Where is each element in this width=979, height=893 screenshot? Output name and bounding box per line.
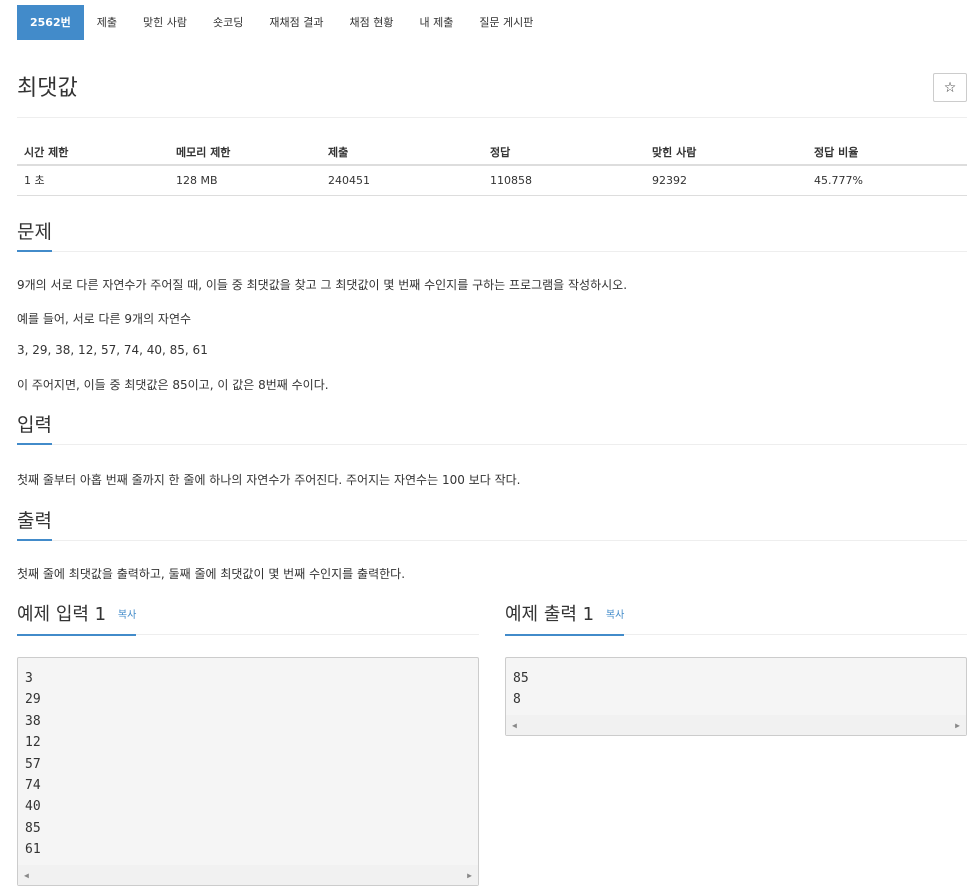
problem-description-3: 3, 29, 38, 12, 57, 74, 40, 85, 61 (17, 343, 208, 357)
sample-output-line: 85 (513, 671, 529, 686)
tab-rejudge-results[interactable]: 재채점 결과 (256, 5, 336, 40)
scroll-right-icon[interactable]: ▶ (467, 871, 472, 880)
sample-input-header: 예제 입력 1 복사 (17, 601, 479, 636)
scroll-left-icon[interactable]: ◀ (24, 871, 29, 880)
header-accept-ratio: 정답 비율 (807, 139, 967, 166)
output-description: 첫째 줄에 최댓값을 출력하고, 둘째 줄에 최댓값이 몇 번째 수인지를 출력… (17, 567, 406, 581)
scroll-right-icon[interactable]: ▶ (955, 721, 960, 730)
problem-description-2: 예를 들어, 서로 다른 9개의 자연수 (17, 312, 192, 326)
favorite-button[interactable]: ☆ (933, 73, 967, 102)
problem-description-1: 9개의 서로 다른 자연수가 주어질 때, 이들 중 최댓값을 찾고 그 최댓값… (17, 278, 628, 292)
scroll-left-icon[interactable]: ◀ (512, 721, 517, 730)
sample-input-line: 40 (25, 799, 41, 815)
sample-input-line: 3 (25, 671, 33, 686)
sample-output-heading: 예제 출력 1 (505, 604, 595, 625)
problem-tabs: 2562번 제출 맞힌 사람 숏코딩 재채점 결과 채점 현황 내 제출 질문 … (17, 5, 546, 40)
table-row: 1 초 128 MB 240451 110858 92392 45.777% (17, 165, 967, 196)
solved-users-value: 92392 (645, 165, 807, 196)
page-title: 최댓값 (17, 76, 78, 101)
header-memory-limit: 메모리 제한 (169, 139, 321, 166)
table-header-row: 시간 제한 메모리 제한 제출 정답 맞힌 사람 정답 비율 (17, 139, 967, 166)
time-limit-value: 1 초 (17, 165, 169, 196)
tab-my-submissions[interactable]: 내 제출 (406, 5, 466, 40)
sample-output-line: 8 (513, 692, 521, 708)
sample-input-line: 74 (25, 777, 41, 793)
output-heading: 출력 (17, 507, 52, 541)
tab-question-board[interactable]: 질문 게시판 (466, 5, 546, 40)
sample-input-line: 12 (25, 735, 41, 751)
tab-short-coding[interactable]: 숏코딩 (200, 5, 256, 40)
sample-input-line: 57 (25, 756, 41, 772)
input-heading: 입력 (17, 411, 52, 445)
input-section-header: 입력 (17, 411, 967, 445)
sample-output-heading-wrap: 예제 출력 1 복사 (505, 601, 625, 636)
accepted-value: 110858 (483, 165, 645, 196)
header-submissions: 제출 (321, 139, 483, 166)
tab-solved-users[interactable]: 맞힌 사람 (130, 5, 200, 40)
problem-section-header: 문제 (17, 218, 967, 252)
input-description: 첫째 줄부터 아홉 번째 줄까지 한 줄에 하나의 자연수가 주어진다. 주어지… (17, 473, 521, 487)
sample-input-line: 38 (25, 713, 41, 729)
sample-input-line: 29 (25, 692, 41, 708)
tab-problem-number[interactable]: 2562번 (17, 5, 84, 40)
accept-ratio-value: 45.777% (807, 165, 967, 196)
sample-output-box[interactable]: 85 8 ◀ ▶ (505, 657, 967, 736)
problem-description-4: 이 주어지면, 이들 중 최댓값은 85이고, 이 값은 8번째 수이다. (17, 378, 329, 392)
header-solved-users: 맞힌 사람 (645, 139, 807, 166)
problem-heading: 문제 (17, 218, 52, 252)
tab-submit[interactable]: 제출 (84, 5, 130, 40)
output-section-header: 출력 (17, 507, 967, 541)
sample-output-scrollbar[interactable]: ◀ ▶ (506, 715, 966, 735)
submissions-value: 240451 (321, 165, 483, 196)
sample-output-copy-button[interactable]: 복사 (606, 610, 624, 621)
problem-info-table: 시간 제한 메모리 제한 제출 정답 맞힌 사람 정답 비율 1 초 128 M… (17, 139, 967, 196)
star-icon: ☆ (943, 79, 957, 96)
sample-input-box[interactable]: 3 29 38 12 57 74 40 85 61 ◀ ▶ (17, 657, 479, 886)
tab-judge-status[interactable]: 채점 현황 (336, 5, 406, 40)
sample-input-heading-wrap: 예제 입력 1 복사 (17, 601, 137, 636)
title-divider (17, 117, 967, 118)
sample-input-line: 85 (25, 820, 41, 836)
sample-input-copy-button[interactable]: 복사 (118, 610, 136, 621)
memory-limit-value: 128 MB (169, 165, 321, 196)
sample-input-heading: 예제 입력 1 (17, 604, 107, 625)
header-time-limit: 시간 제한 (17, 139, 169, 166)
sample-output-header: 예제 출력 1 복사 (505, 601, 967, 636)
header-accepted: 정답 (483, 139, 645, 166)
sample-input-line: 61 (25, 842, 41, 858)
sample-input-scrollbar[interactable]: ◀ ▶ (18, 865, 478, 885)
